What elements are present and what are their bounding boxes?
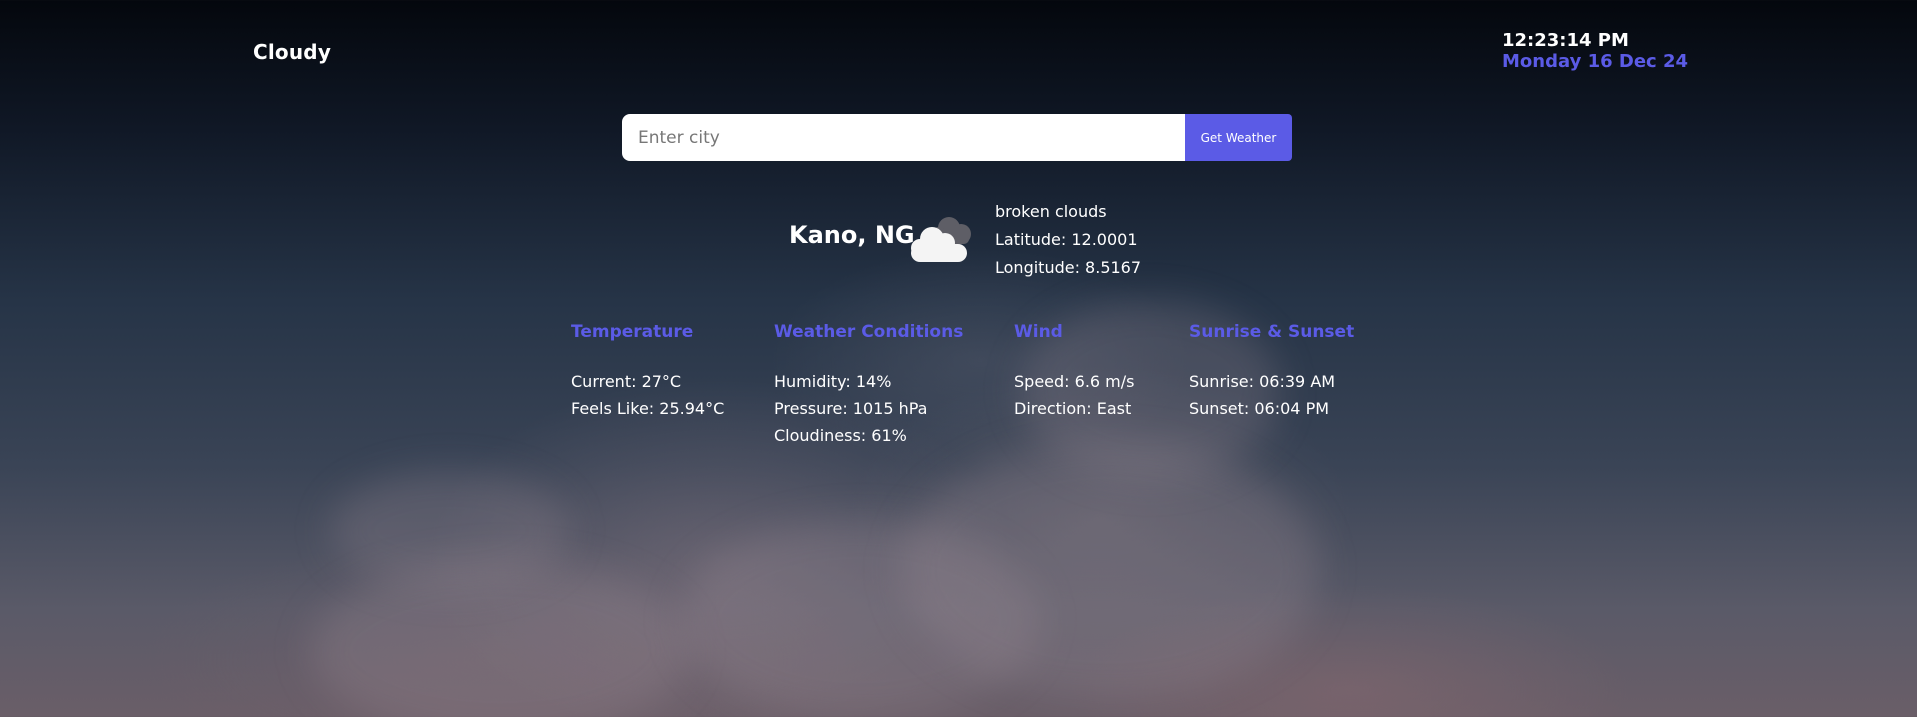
clock: 12:23:14 PM Monday 16 Dec 24 <box>1502 30 1688 72</box>
sun-section: Sunrise & Sunset Sunrise: 06:39 AM Sunse… <box>1189 320 1354 422</box>
cloud-icon <box>905 208 981 264</box>
sun-heading: Sunrise & Sunset <box>1189 322 1355 342</box>
background-cloud <box>330 470 570 590</box>
sunrise-time: Sunrise: 06:39 AM <box>1189 372 1336 391</box>
clock-time: 12:23:14 PM <box>1502 30 1629 51</box>
conditions-section: Weather Conditions Humidity: 14% Pressur… <box>774 320 963 449</box>
wind-section: Wind Speed: 6.6 m/s Direction: East <box>1014 320 1134 422</box>
background-cloud <box>900 440 1320 700</box>
get-weather-button[interactable]: Get Weather <box>1185 114 1292 161</box>
wind-speed: Speed: 6.6 m/s <box>1014 372 1135 391</box>
wind-heading: Wind <box>1014 322 1063 342</box>
cloudiness: Cloudiness: 61% <box>774 426 907 445</box>
temperature-section: Temperature Current: 27°C Feels Like: 25… <box>571 320 724 422</box>
location-name: Kano, NG <box>789 221 915 249</box>
wind-direction: Direction: East <box>1014 399 1132 418</box>
conditions-heading: Weather Conditions <box>774 322 964 342</box>
humidity: Humidity: 14% <box>774 372 892 391</box>
search-bar: Get Weather <box>622 114 1292 161</box>
temperature-heading: Temperature <box>571 322 694 342</box>
app-brand: Cloudy <box>253 40 332 64</box>
feels-like-temperature: Feels Like: 25.94°C <box>571 399 725 418</box>
sunset-time: Sunset: 06:04 PM <box>1189 399 1330 418</box>
longitude: Longitude: 8.5167 <box>995 258 1142 277</box>
background-cloud <box>680 520 1040 717</box>
weather-summary: broken clouds Latitude: 12.0001 Longitud… <box>995 198 1141 282</box>
background-cloud <box>310 560 690 717</box>
current-temperature: Current: 27°C <box>571 372 682 391</box>
pressure: Pressure: 1015 hPa <box>774 399 928 418</box>
latitude: Latitude: 12.0001 <box>995 230 1138 249</box>
clock-date: Monday 16 Dec 24 <box>1502 51 1689 72</box>
weather-description: broken clouds <box>995 202 1107 221</box>
city-search-input[interactable] <box>622 114 1185 161</box>
